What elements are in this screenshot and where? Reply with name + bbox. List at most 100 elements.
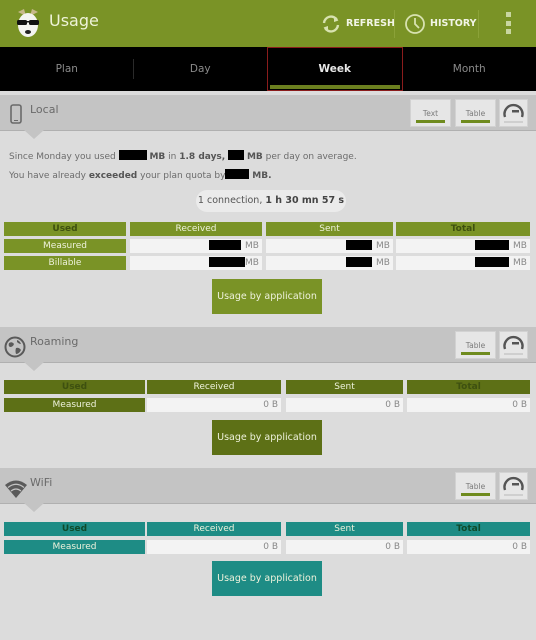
unit: MB (513, 241, 527, 251)
actionbar-divider (478, 10, 479, 38)
header-used: Used (4, 222, 126, 236)
actionbar-divider (394, 10, 395, 38)
view-table-button[interactable]: Table (455, 472, 496, 500)
sent-cell: 0 B (286, 540, 403, 554)
redacted-value (209, 240, 242, 250)
phone-icon (10, 104, 22, 124)
view-button-label: Text (422, 109, 439, 118)
action-bar: Usage REFRESH HISTORY (0, 0, 536, 47)
tab-week[interactable]: Week (267, 47, 403, 91)
tab-label: Month (452, 63, 486, 75)
redacted-value (118, 150, 147, 160)
table-row: Measured 0 B 0 B 0 B (4, 540, 531, 554)
received-cell: 0 B (147, 398, 281, 412)
header-received: Received (130, 222, 262, 236)
section-header-wifi: WiFi Table (0, 468, 536, 512)
view-button-label: Table (465, 109, 486, 118)
redacted-value (475, 257, 510, 267)
section-pointer (24, 362, 44, 371)
wifi-usage-by-application-button[interactable]: Usage by application (212, 561, 322, 596)
unit: MB. (252, 171, 272, 181)
header-total: Total (407, 380, 530, 394)
section-header-roaming: Roaming Table (0, 327, 536, 371)
redacted-value (209, 257, 246, 267)
refresh-icon (322, 14, 340, 33)
unselected-indicator (504, 353, 523, 355)
unit: MB (245, 258, 259, 268)
received-cell: MB (130, 239, 262, 253)
tab-label: Day (189, 63, 211, 75)
redacted-value (228, 150, 245, 160)
days-value: 1.8 days (179, 152, 222, 162)
selected-indicator (461, 120, 490, 123)
header-received: Received (147, 522, 281, 536)
tab-month[interactable]: Month (403, 47, 536, 91)
header-used: Used (4, 522, 145, 536)
table-header-row: Used Received Sent Total (4, 522, 531, 536)
row-label: Measured (4, 398, 145, 412)
total-cell: MB (396, 256, 530, 270)
view-table-button[interactable]: Table (455, 331, 496, 359)
redacted-value (346, 240, 373, 250)
unit: MB (246, 152, 263, 162)
sent-cell: MB (266, 239, 393, 253)
connection-count: 1 connection, (197, 195, 263, 206)
usage-summary: Since Monday you used MB in 1.8 days, MB… (9, 148, 357, 186)
history-button[interactable]: HISTORY (404, 0, 477, 47)
summary-text: per day on average. (265, 152, 357, 162)
header-total: Total (407, 522, 530, 536)
summary-text: your plan quota by (140, 171, 226, 181)
received-cell: MB (130, 256, 262, 270)
section-title: WiFi (30, 476, 53, 489)
app-logo-icon (17, 9, 39, 37)
gauge-view-button[interactable] (499, 99, 528, 127)
section-title: Roaming (30, 335, 79, 348)
total-cell: 0 B (407, 540, 530, 554)
header-sent: Sent (286, 380, 403, 394)
summary-text: in (168, 152, 177, 162)
summary-text: Since Monday you used (9, 152, 116, 162)
row-label: Billable (4, 256, 126, 270)
view-button-label: Table (465, 482, 486, 491)
refresh-label: REFRESH (346, 18, 395, 29)
connection-duration: 1 h 30 mn 57 s (265, 195, 345, 206)
local-usage-by-application-button[interactable]: Usage by application (212, 279, 322, 314)
redacted-value (225, 169, 250, 179)
selected-indicator (461, 493, 490, 496)
gauge-view-button[interactable] (499, 472, 528, 500)
refresh-button[interactable]: REFRESH (320, 0, 395, 47)
globe-icon (4, 336, 26, 358)
selected-indicator (461, 352, 490, 355)
overflow-menu-icon[interactable] (503, 12, 513, 34)
unit: MB (376, 241, 390, 251)
unit: MB (376, 258, 390, 268)
unselected-indicator (504, 121, 523, 123)
history-label: HISTORY (430, 18, 477, 29)
roaming-usage-by-application-button[interactable]: Usage by application (212, 420, 322, 455)
sent-cell: MB (266, 256, 393, 270)
summary-line-1: Since Monday you used MB in 1.8 days, MB… (9, 150, 357, 162)
tab-plan[interactable]: Plan (0, 47, 134, 91)
section-pointer (24, 503, 44, 512)
total-cell: 0 B (407, 398, 530, 412)
tab-day[interactable]: Day (134, 47, 268, 91)
sent-cell: 0 B (286, 398, 403, 412)
view-text-button[interactable]: Text (410, 99, 451, 127)
view-table-button[interactable]: Table (455, 99, 496, 127)
selected-indicator (416, 120, 445, 123)
header-total: Total (396, 222, 530, 236)
unit: MB (245, 241, 259, 251)
unit: MB (513, 258, 527, 268)
gauge-view-button[interactable] (499, 331, 528, 359)
wifi-icon (5, 480, 27, 498)
redacted-value (346, 257, 373, 267)
exceeded-text: exceeded (88, 171, 138, 181)
view-button-label: Table (465, 341, 486, 350)
total-cell: MB (396, 239, 530, 253)
summary-text: You have already (9, 171, 86, 181)
section-title: Local (30, 103, 59, 116)
header-used: Used (4, 380, 145, 394)
header-sent: Sent (286, 522, 403, 536)
tab-label: Plan (55, 63, 78, 75)
header-received: Received (147, 380, 281, 394)
